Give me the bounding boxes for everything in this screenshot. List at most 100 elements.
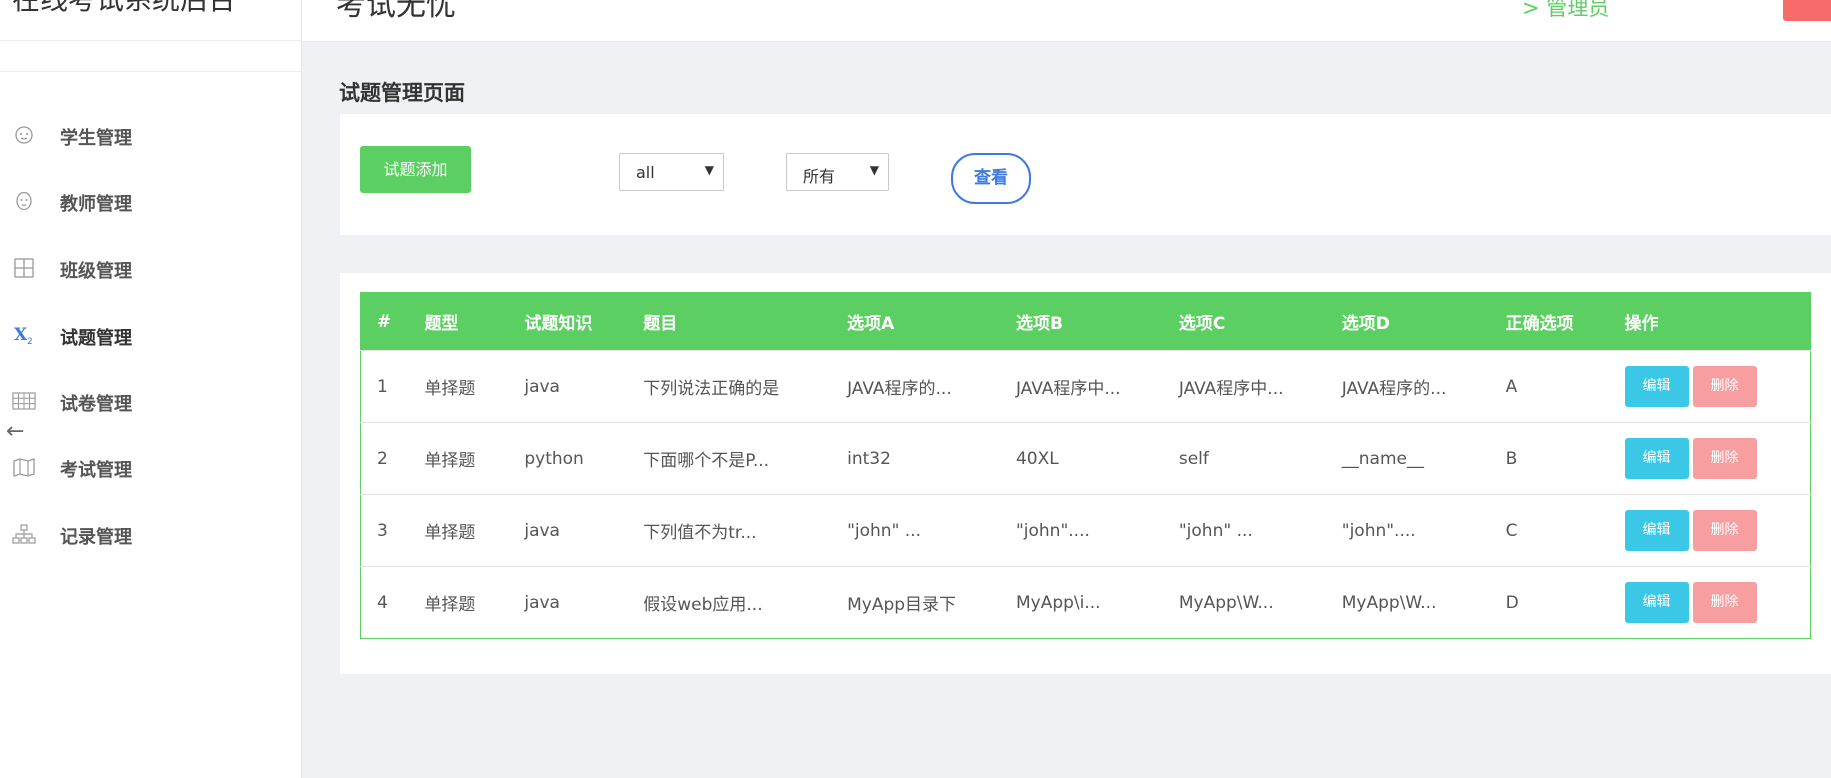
- knowledge-select[interactable]: all ▼: [619, 153, 724, 191]
- page-title: 考试无忧: [336, 0, 456, 23]
- table-icon: [12, 391, 36, 411]
- sidebar-item-label: 班级管理: [60, 261, 132, 282]
- cell-question: 下面哪个不是P...: [643, 422, 848, 495]
- divider: [0, 40, 301, 41]
- sidebar-item-classes[interactable]: 班级管理: [0, 248, 301, 288]
- delete-button[interactable]: 删除: [1692, 438, 1757, 479]
- table-header: # 题型 试题知识 题目 选项A 选项B 选项C 选项D 正确选项 操作: [360, 292, 1811, 351]
- cell-answer: D: [1505, 566, 1625, 639]
- cell-question: 下列值不为tr...: [643, 494, 848, 567]
- cell-actions: 编辑 删除: [1624, 566, 1811, 639]
- cell-knowledge: java: [524, 566, 644, 639]
- select-value: 所有: [803, 167, 836, 186]
- svg-text:X: X: [14, 325, 28, 345]
- table-row: 2 单择题 python 下面哪个不是P... int32 40XL self …: [360, 422, 1811, 495]
- org-chart-icon: [12, 524, 36, 544]
- grid-icon: [12, 258, 36, 278]
- sidebar-item-questions[interactable]: X2 试题管理: [0, 315, 301, 355]
- cell-knowledge: python: [524, 422, 644, 495]
- sidebar-item-label: 记录管理: [60, 527, 132, 548]
- sidebar-item-label: 试卷管理: [60, 394, 132, 415]
- cell-type: 单择题: [424, 422, 525, 495]
- cell-option-a: JAVA程序的...: [847, 350, 1016, 423]
- cell-knowledge: java: [524, 494, 644, 567]
- column-header: 题目: [643, 292, 848, 351]
- sidebar-item-label: 考试管理: [60, 460, 132, 481]
- sidebar-item-records[interactable]: 记录管理: [0, 514, 301, 554]
- subscript-x-icon: X2: [12, 325, 36, 347]
- cell-answer: B: [1505, 422, 1625, 495]
- map-icon: [12, 457, 36, 477]
- cell-type: 单择题: [424, 350, 525, 423]
- edit-button[interactable]: 编辑: [1624, 582, 1689, 623]
- page-heading: 试题管理页面: [339, 81, 465, 105]
- column-header: 正确选项: [1505, 292, 1625, 351]
- cell-option-c: JAVA程序中...: [1178, 350, 1342, 423]
- cell-actions: 编辑 删除: [1624, 422, 1811, 495]
- sidebar-item-students[interactable]: 学生管理: [0, 115, 301, 155]
- sidebar: 在线考试系统后台 学生管理 教师管理 班级管理 X2 试题管理 试卷管理 ←: [0, 0, 302, 778]
- cell-option-b: JAVA程序中...: [1015, 350, 1179, 423]
- dropdown-arrow-icon: ▼: [704, 163, 714, 177]
- table-row: 1 单择题 java 下列说法正确的是 JAVA程序的... JAVA程序中..…: [360, 350, 1811, 423]
- cell-actions: 编辑 删除: [1624, 350, 1811, 423]
- user-menu[interactable]: > 管理员: [1522, 0, 1609, 22]
- cell-id: 4: [360, 566, 425, 639]
- sidebar-item-papers[interactable]: 试卷管理: [0, 381, 301, 421]
- table-row: 4 单择题 java 假设web应用... MyApp目录下 MyApp\i..…: [360, 566, 1811, 639]
- cell-question: 下列说法正确的是: [643, 350, 848, 423]
- select-value: all: [636, 163, 655, 182]
- sidebar-item-exams[interactable]: 考试管理: [0, 447, 301, 487]
- column-header: 题型: [424, 292, 525, 351]
- cell-id: 3: [360, 494, 425, 567]
- column-header: 选项B: [1015, 292, 1179, 351]
- cell-knowledge: java: [524, 350, 644, 423]
- edit-button[interactable]: 编辑: [1624, 438, 1689, 479]
- column-header: #: [360, 292, 425, 351]
- cell-option-c: self: [1178, 422, 1342, 495]
- cell-type: 单择题: [424, 566, 525, 639]
- divider: [0, 71, 301, 72]
- edit-button[interactable]: 编辑: [1624, 510, 1689, 551]
- cell-id: 1: [360, 350, 425, 423]
- view-button[interactable]: 查看: [951, 153, 1031, 204]
- table-row: 3 单择题 java 下列值不为tr... "john" ... "john".…: [360, 494, 1811, 567]
- cell-option-a: int32: [847, 422, 1016, 495]
- column-header: 选项C: [1178, 292, 1342, 351]
- cell-option-d: JAVA程序的...: [1341, 350, 1506, 423]
- cell-option-d: MyApp\W...: [1341, 566, 1506, 639]
- filter-card: 试题添加 all ▼ 所有 ▼ 查看: [340, 114, 1831, 235]
- face-icon: [12, 191, 36, 211]
- sidebar-item-teachers[interactable]: 教师管理: [0, 181, 301, 221]
- sidebar-item-label: 教师管理: [60, 194, 132, 215]
- cell-option-c: MyApp\W...: [1178, 566, 1342, 639]
- column-header: 选项D: [1341, 292, 1506, 351]
- cell-option-d: "john"....: [1341, 494, 1506, 567]
- svg-text:2: 2: [27, 337, 33, 345]
- baby-face-icon: [12, 125, 36, 145]
- table-card: # 题型 试题知识 题目 选项A 选项B 选项C 选项D 正确选项 操作 1 单…: [340, 273, 1831, 674]
- cell-actions: 编辑 删除: [1624, 494, 1811, 567]
- cell-answer: A: [1505, 350, 1625, 423]
- sidebar-item-label: 试题管理: [60, 328, 132, 349]
- collapse-arrow-icon[interactable]: ←: [6, 421, 24, 443]
- cell-type: 单择题: [424, 494, 525, 567]
- logout-button[interactable]: [1783, 0, 1831, 21]
- delete-button[interactable]: 删除: [1692, 510, 1757, 551]
- edit-button[interactable]: 编辑: [1624, 366, 1689, 407]
- cell-option-a: MyApp目录下: [847, 566, 1016, 639]
- cell-option-b: "john"....: [1015, 494, 1179, 567]
- delete-button[interactable]: 删除: [1692, 582, 1757, 623]
- add-question-button[interactable]: 试题添加: [360, 146, 471, 193]
- cell-option-a: "john" ...: [847, 494, 1016, 567]
- questions-table: # 题型 试题知识 题目 选项A 选项B 选项C 选项D 正确选项 操作 1 单…: [360, 292, 1811, 639]
- column-header: 试题知识: [524, 292, 644, 351]
- dropdown-arrow-icon: ▼: [869, 163, 879, 177]
- cell-option-b: MyApp\i...: [1015, 566, 1179, 639]
- delete-button[interactable]: 删除: [1692, 366, 1757, 407]
- type-select[interactable]: 所有 ▼: [786, 153, 889, 191]
- cell-option-d: __name__: [1341, 422, 1506, 495]
- column-header: 选项A: [847, 292, 1016, 351]
- cell-id: 2: [360, 422, 425, 495]
- cell-option-c: "john" ...: [1178, 494, 1342, 567]
